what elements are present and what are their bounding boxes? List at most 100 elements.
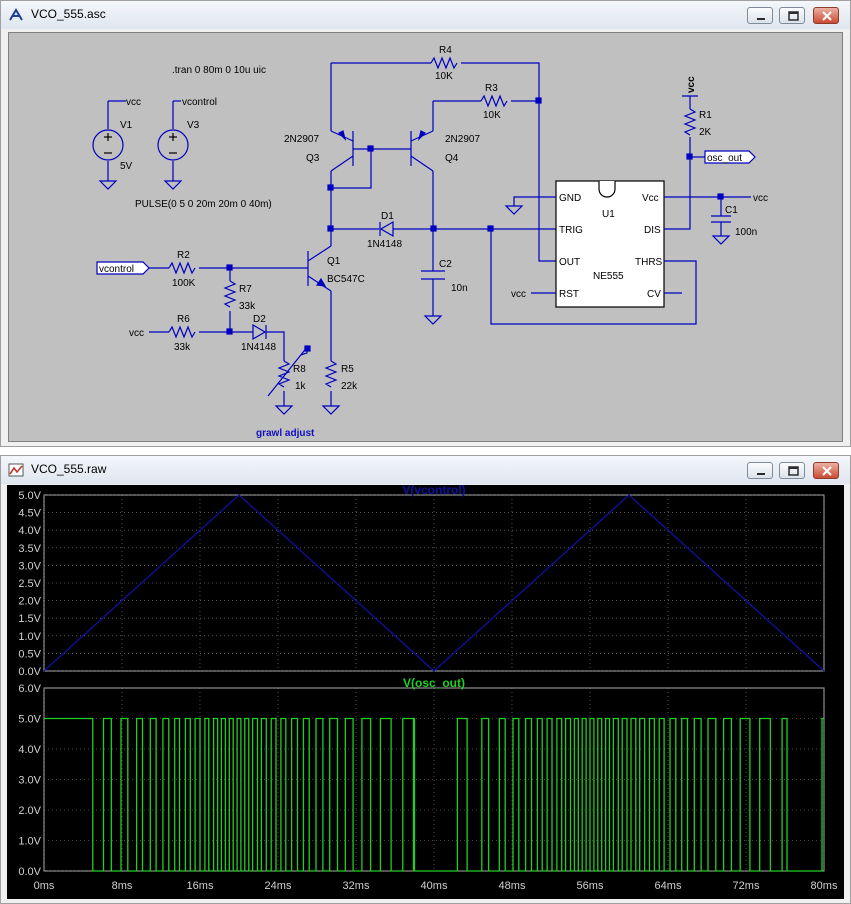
resistor-r7[interactable] <box>223 280 237 308</box>
x-tick-label: 8ms <box>112 880 133 892</box>
r1-vcc-net: vcc <box>686 76 697 93</box>
d1-name: D1 <box>381 211 394 222</box>
y-tick-label-vcontrol: 2.5V <box>18 578 41 590</box>
waveform-restore-button[interactable] <box>779 462 805 479</box>
v1-value: 5V <box>120 161 133 172</box>
schematic-window-title: VCO_555.asc <box>31 7 106 21</box>
v3-net-label: vcontrol <box>182 97 217 108</box>
x-tick-label: 80ms <box>811 880 838 892</box>
r1-value: 2K <box>699 127 712 138</box>
waveform-plot-area[interactable]: 0.0V 0.5V 1.0V 1.5V 2.0V 2.5V 3.0V 3.5V 4.0V 4.5V… <box>7 483 844 899</box>
q3-name: Q3 <box>306 153 320 164</box>
source-v3[interactable] <box>157 100 189 190</box>
x-tick-label: 56ms <box>577 880 604 892</box>
r1-name: R1 <box>699 110 712 121</box>
r8-value: 1k <box>295 381 307 392</box>
waveform-plots: 0.0V 0.5V 1.0V 1.5V 2.0V 2.5V 3.0V 3.5V 4.0V 4.5V… <box>18 483 838 892</box>
minimize-icon <box>757 473 765 475</box>
c2-name: C2 <box>439 259 452 270</box>
q1-model: BC547C <box>327 274 365 285</box>
rst-net-label: vcc <box>511 289 526 300</box>
y-tick-label-vcontrol: 1.5V <box>18 613 41 625</box>
r5-value: 22k <box>341 381 358 392</box>
pulse-directive: PULSE(0 5 0 20m 20m 0 40m) <box>135 199 272 210</box>
close-icon <box>822 466 832 476</box>
y-tick-label-osc-out: 5.0V <box>18 714 41 726</box>
r8-name: R8 <box>293 364 306 375</box>
x-tick-label: 16ms <box>187 880 214 892</box>
r2-value: 100K <box>172 278 196 289</box>
schematic-app-icon <box>9 8 23 21</box>
y-tick-label-osc-out: 1.0V <box>18 836 41 848</box>
plot-title-osc-out: V(osc_out) <box>403 676 465 690</box>
diode-d2[interactable] <box>252 323 267 341</box>
r3-name: R3 <box>485 83 498 94</box>
y-tick-label-vcontrol: 1.0V <box>18 631 41 643</box>
pin-dis: DIS <box>644 225 661 236</box>
pin-rst: RST <box>559 289 579 300</box>
y-tick-label-vcontrol: 2.0V <box>18 596 41 608</box>
x-tick-label: 40ms <box>421 880 448 892</box>
r6-vcc-net: vcc <box>129 328 144 339</box>
y-tick-label-vcontrol: 3.5V <box>18 543 41 555</box>
resistor-r2[interactable] <box>168 261 196 275</box>
waveform-titlebar[interactable]: VCO_555.raw <box>1 456 850 484</box>
close-button[interactable] <box>813 7 839 24</box>
c1-value: 100n <box>735 227 757 238</box>
y-tick-label-osc-out: 4.0V <box>18 744 41 756</box>
y-tick-label-vcontrol: 0.0V <box>18 666 41 678</box>
c1-name: C1 <box>725 205 738 216</box>
waveform-close-button[interactable] <box>813 462 839 479</box>
minimize-button[interactable] <box>747 7 773 24</box>
pin-out: OUT <box>559 257 580 268</box>
d2-name: D2 <box>253 314 266 325</box>
resistor-r3[interactable] <box>480 94 508 108</box>
vcontrol-label: vcontrol <box>99 264 134 275</box>
r7-name: R7 <box>239 284 252 295</box>
q4-name: Q4 <box>445 153 459 164</box>
v1-net-label: vcc <box>126 97 141 108</box>
waveform-window: VCO_555.raw 0.0V 0.5V 1.0V 1.5V 2.0V 2.5V 3.0V… <box>0 455 851 904</box>
x-tick-label: 32ms <box>343 880 370 892</box>
r4-value: 10K <box>435 71 453 82</box>
resistor-r4[interactable] <box>430 56 458 70</box>
restore-icon <box>788 11 799 21</box>
waveform-window-title: VCO_555.raw <box>31 462 107 476</box>
schematic-canvas[interactable]: .tran 0 80m 0 10u uic PULSE(0 5 0 20m 20… <box>8 32 843 442</box>
q4-model: 2N2907 <box>445 134 480 145</box>
u1-model: NE555 <box>593 271 624 282</box>
y-tick-label-vcontrol: 3.0V <box>18 560 41 572</box>
plot-title-vcontrol: V(vcontrol) <box>402 485 465 497</box>
y-tick-label-vcontrol: 4.0V <box>18 525 41 537</box>
d2-model: 1N4148 <box>241 342 276 353</box>
minimize-icon <box>757 18 765 20</box>
y-tick-label-vcontrol: 4.5V <box>18 508 41 520</box>
v1-name: V1 <box>120 120 133 131</box>
capacitor-c2[interactable] <box>421 270 445 325</box>
r6-value: 33k <box>174 342 191 353</box>
x-tick-label: 48ms <box>499 880 526 892</box>
q3-model: 2N2907 <box>284 134 319 145</box>
resistor-r5[interactable] <box>324 360 338 388</box>
y-tick-label-osc-out: 0.0V <box>18 866 41 878</box>
diode-d1[interactable] <box>379 220 394 238</box>
transistor-q3[interactable] <box>330 130 371 172</box>
restore-button[interactable] <box>779 7 805 24</box>
potentiometer-r8[interactable] <box>277 360 291 388</box>
r4-name: R4 <box>439 45 452 56</box>
schematic-titlebar[interactable]: VCO_555.asc <box>1 1 850 29</box>
transistor-q4[interactable] <box>371 130 434 172</box>
r5-name: R5 <box>341 364 354 375</box>
source-v1[interactable] <box>92 100 126 190</box>
resistor-r6[interactable] <box>168 325 196 339</box>
waveform-minimize-button[interactable] <box>747 462 773 479</box>
y-tick-label-vcontrol: 5.0V <box>18 490 41 502</box>
resistor-r1[interactable] <box>683 108 697 136</box>
wire-top <box>331 62 556 262</box>
r7-value: 33k <box>239 301 256 312</box>
r3-value: 10K <box>483 110 501 121</box>
osc-out-label: osc_out <box>707 153 742 164</box>
y-tick-label-osc-out: 2.0V <box>18 805 41 817</box>
r6-name: R6 <box>177 314 190 325</box>
tran-directive: .tran 0 80m 0 10u uic <box>172 65 266 76</box>
